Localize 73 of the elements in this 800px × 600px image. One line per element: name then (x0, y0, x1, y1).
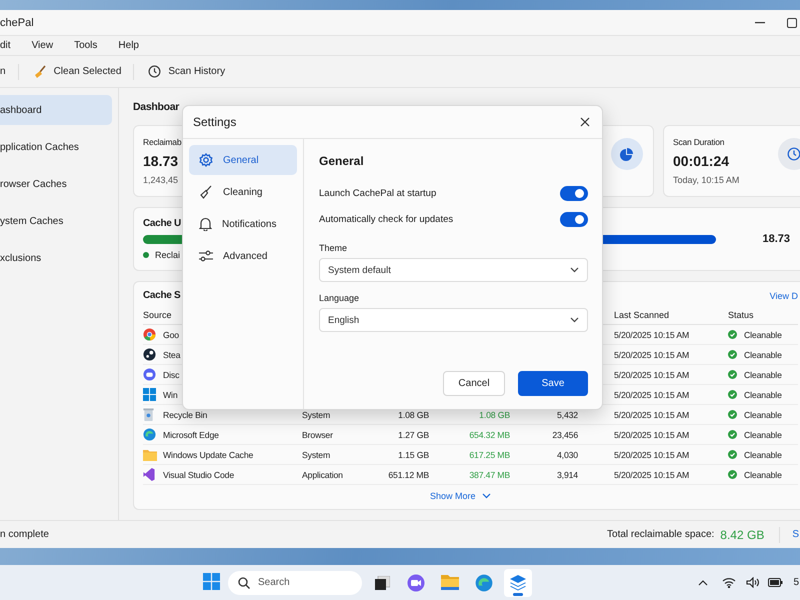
taskbar-search[interactable]: Search (228, 570, 362, 594)
dialog-title: Settings (193, 115, 236, 129)
table-cell: 5/20/2025 10:15 AM (578, 465, 728, 485)
legend-label: Reclai (155, 250, 180, 260)
status-text: Cleanable (744, 390, 782, 400)
save-button[interactable]: Save (518, 371, 588, 396)
settings-nav-item[interactable]: General (189, 145, 297, 175)
table-cell: 3,914 (510, 465, 578, 485)
table-cell: 654.32 MB (429, 425, 510, 445)
menu-item[interactable]: dit (0, 40, 11, 51)
sidebar-item[interactable]: ystem Caches (0, 206, 112, 236)
sidebar-item[interactable]: xclusions (0, 243, 112, 273)
table-cell: Application (302, 465, 364, 485)
table-cell: 387.47 MB (429, 465, 510, 485)
table-cell: System (302, 445, 364, 465)
settings-nav-item[interactable]: Cleaning (189, 177, 297, 207)
usage-total: 18.73 (762, 233, 790, 245)
status-text: Cleanable (744, 410, 782, 420)
status-text: Cleanable (744, 450, 782, 460)
status-text: Cleanable (744, 430, 782, 440)
settings-nav-item[interactable]: Advanced (189, 241, 297, 271)
toggle-label: Launch CachePal at startup (319, 188, 436, 198)
show-more-button[interactable]: Show More (430, 491, 491, 501)
table-cell: 1.27 GB (364, 425, 429, 445)
dropdown-field[interactable]: System default (319, 258, 588, 282)
status-text: Cleanable (744, 330, 782, 340)
table-cell: 5/20/2025 10:15 AM (578, 445, 728, 465)
menu-item[interactable]: View (32, 40, 54, 51)
page-title: Dashboar (133, 101, 180, 115)
toolbar-button[interactable]: Scan History (134, 65, 238, 78)
table-cell: 4,030 (510, 445, 578, 465)
window-title: chePal (0, 16, 34, 28)
cancel-button[interactable]: Cancel (443, 371, 505, 396)
column-header: Status (728, 305, 798, 325)
stat-label: Reclaimab (143, 137, 182, 147)
stat-caption: Today, 10:15 AM (673, 175, 740, 185)
status-link[interactable]: S (792, 529, 799, 540)
field-label: Language (319, 293, 360, 303)
menu-item[interactable]: Help (118, 40, 139, 51)
table-cell: 5/20/2025 10:15 AM (578, 425, 728, 445)
status-text: n complete (0, 529, 49, 540)
toolbar-button[interactable]: Clean Selected (18, 64, 134, 78)
table-cell: Microsoft Edge (163, 425, 302, 445)
panel-title: Cache U (143, 218, 181, 229)
taskbar-clock: 5 (793, 577, 799, 588)
toolbar-button[interactable]: n (0, 66, 18, 77)
status-text: Cleanable (744, 350, 782, 360)
field-label: Theme (319, 243, 348, 253)
table-cell: 23,456 (510, 425, 578, 445)
sidebar-item[interactable]: pplication Caches (0, 132, 112, 162)
dropdown-field[interactable]: English (319, 308, 588, 332)
table-cell: 651.12 MB (364, 465, 429, 485)
status-text: Cleanable (744, 470, 782, 480)
sidebar-item[interactable]: rowser Caches (0, 169, 112, 199)
stat-value: 18.73 (143, 153, 178, 169)
stat-value: 00:01:24 (673, 153, 730, 169)
total-label: Total reclaimable space: (607, 529, 714, 540)
settings-nav-item[interactable]: Notifications (189, 209, 297, 239)
stat-caption: 1,243,45 (143, 175, 180, 185)
table-cell: Windows Update Cache (163, 445, 302, 465)
stat-label: Scan Duration (673, 137, 724, 147)
section-heading: General (319, 154, 365, 168)
view-details-link[interactable]: View D (770, 290, 798, 300)
table-cell: Browser (302, 425, 364, 445)
table-cell: 1.15 GB (364, 445, 429, 465)
menu-item[interactable]: Tools (74, 40, 98, 51)
sidebar-item[interactable]: ashboard (0, 95, 112, 125)
panel-title: Cache S (143, 290, 180, 301)
table-cell: 617.25 MB (429, 445, 510, 465)
table-cell: Visual Studio Code (163, 465, 302, 485)
total-value: 8.42 GB (720, 528, 764, 542)
status-text: Cleanable (744, 370, 782, 380)
toggle-label: Automatically check for updates (319, 214, 454, 224)
